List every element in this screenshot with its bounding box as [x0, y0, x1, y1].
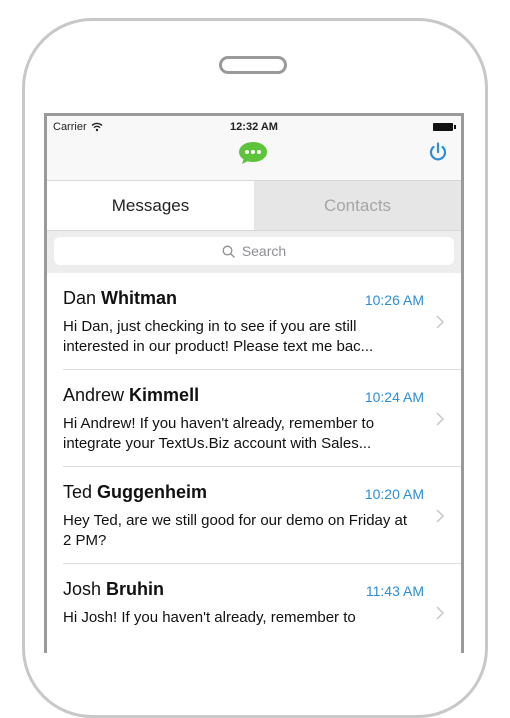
message-preview: Hey Ted, are we still good for our demo …	[63, 512, 408, 549]
message-preview: Hi Dan, just checking in to see if you a…	[63, 318, 374, 355]
chevron-right-icon	[436, 509, 445, 523]
contact-name: Ted Guggenheim	[63, 482, 207, 503]
contact-name: Andrew Kimmell	[63, 385, 199, 406]
message-time: 10:24 AM	[364, 389, 424, 405]
first-name: Andrew	[63, 385, 125, 405]
message-row-andrew-kimmell[interactable]: Andrew Kimmell 10:24 AM Hi Andrew! If yo…	[47, 370, 461, 467]
search-placeholder: Search	[241, 243, 287, 259]
app-screen: Carrier 12:32 AM Messages Contacts Searc…	[44, 113, 464, 653]
contact-name: Josh Bruhin	[63, 579, 164, 600]
first-name: Ted	[63, 482, 93, 502]
battery-icon	[433, 123, 456, 131]
message-row-ted-guggenheim[interactable]: Ted Guggenheim 10:20 AM Hey Ted, are we …	[47, 467, 461, 564]
message-time: 10:20 AM	[364, 486, 424, 502]
message-row-josh-bruhin[interactable]: Josh Bruhin 11:43 AM Hi Josh! If you hav…	[47, 564, 461, 653]
power-icon[interactable]	[427, 141, 449, 163]
chevron-right-icon	[436, 606, 445, 620]
message-row-dan-whitman[interactable]: Dan Whitman 10:26 AM Hi Dan, just checki…	[47, 273, 461, 370]
chevron-right-icon	[436, 412, 445, 426]
nav-bar	[47, 138, 461, 180]
last-name: Kimmell	[129, 385, 200, 405]
chevron-right-icon	[436, 315, 445, 329]
message-time: 11:43 AM	[365, 583, 424, 599]
search-bar: Search	[47, 231, 461, 273]
chat-bubble-icon	[239, 142, 267, 164]
status-bar: Carrier 12:32 AM	[47, 116, 461, 138]
search-input[interactable]: Search	[54, 237, 454, 265]
status-time: 12:32 AM	[230, 121, 278, 133]
last-name: Bruhin	[106, 579, 165, 599]
segmented-tabs: Messages Contacts	[47, 180, 461, 231]
first-name: Josh	[63, 579, 102, 599]
first-name: Dan	[63, 288, 97, 308]
message-time: 10:26 AM	[364, 292, 424, 308]
search-icon	[222, 245, 235, 258]
contact-name: Dan Whitman	[63, 288, 177, 309]
speaker-slot	[219, 56, 287, 74]
message-preview: Hi Josh! If you haven't already, remembe…	[63, 609, 356, 626]
message-preview: Hi Andrew! If you haven't already, remem…	[63, 415, 375, 452]
last-name: Guggenheim	[97, 482, 208, 502]
tab-messages[interactable]: Messages	[47, 181, 254, 230]
tab-contacts[interactable]: Contacts	[254, 181, 461, 230]
last-name: Whitman	[101, 288, 178, 308]
